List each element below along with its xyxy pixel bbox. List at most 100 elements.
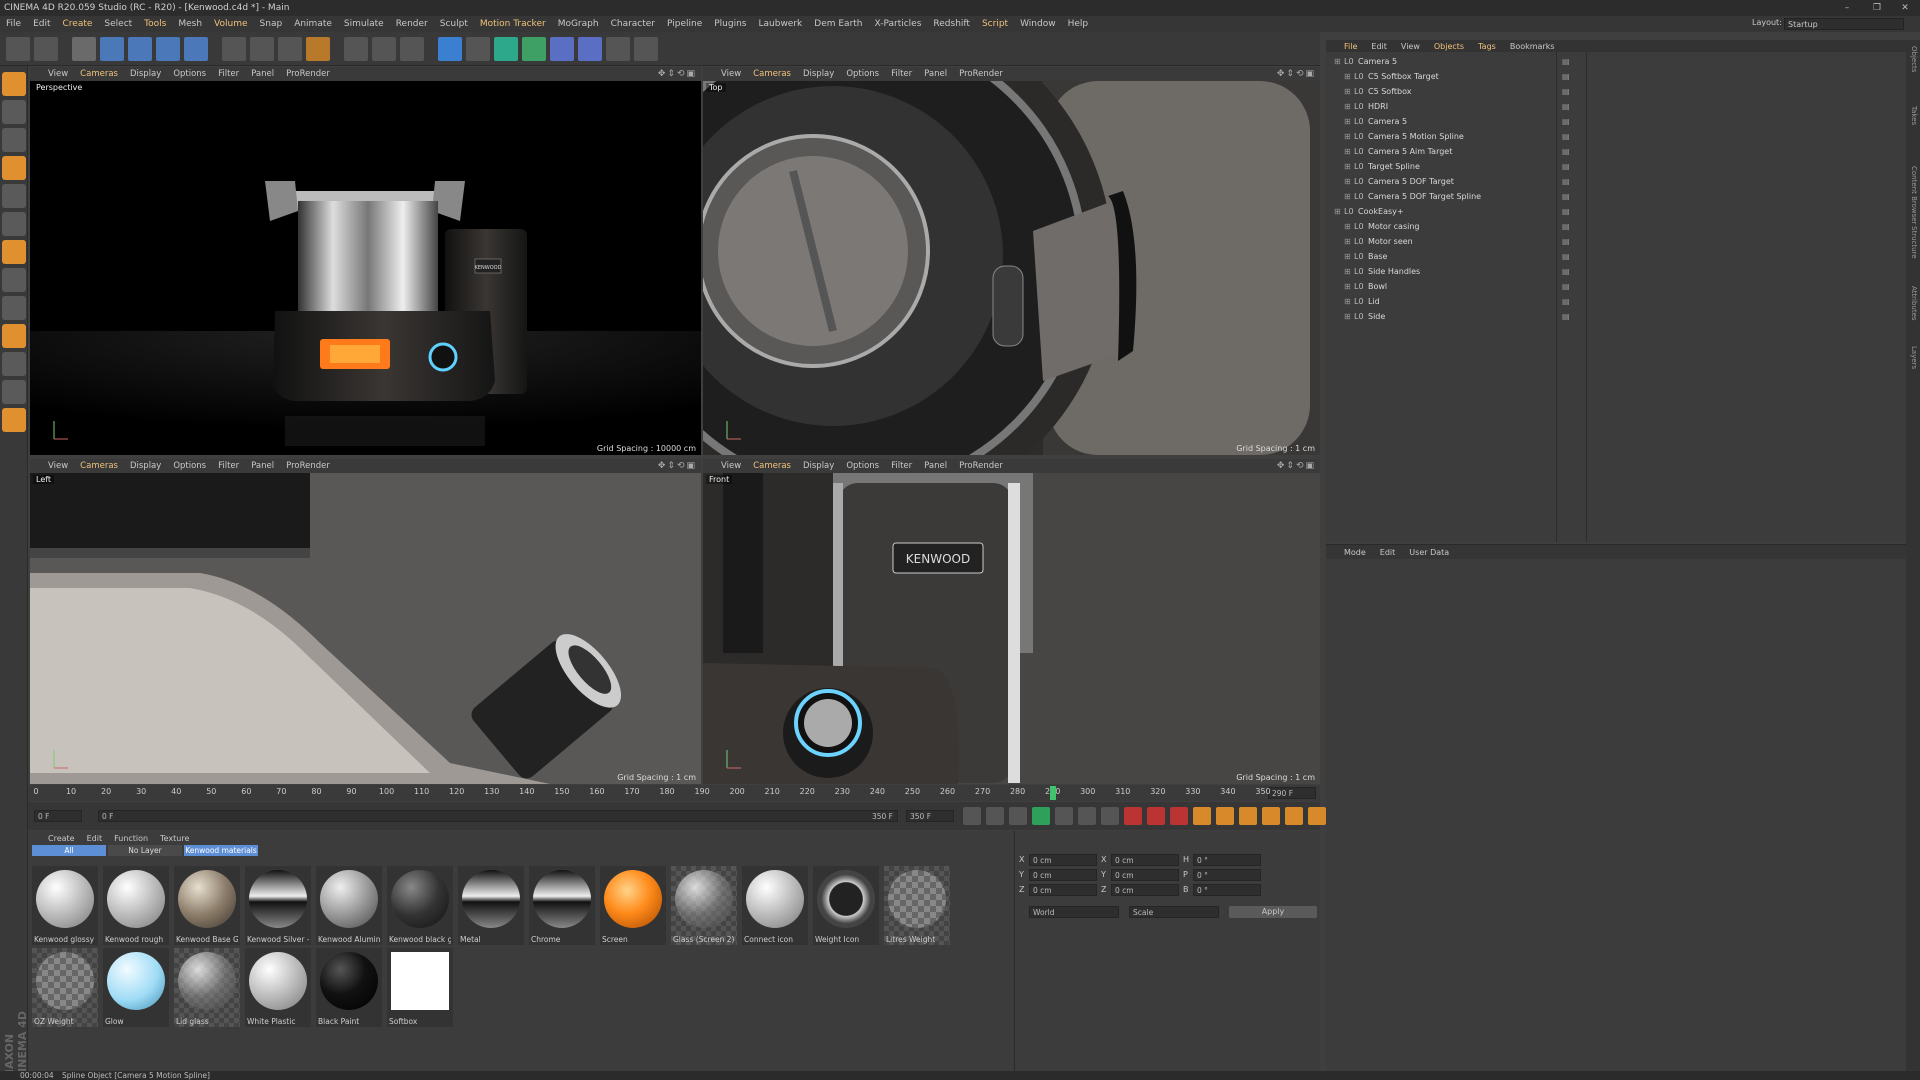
timeline-ruler[interactable]: 290 F 0 10 20 30 40 50 60 70 80 90 100 110 120 130 140… xyxy=(28,785,1320,801)
timeline-icon[interactable] xyxy=(1308,807,1326,825)
pen-icon[interactable] xyxy=(466,37,490,61)
object-row[interactable]: ⊞ L0 Camera 5 ▤ xyxy=(1326,114,1872,129)
playhead[interactable] xyxy=(1049,786,1056,800)
workplane-icon[interactable] xyxy=(2,156,26,180)
material-glow[interactable]: Glow xyxy=(103,948,169,1027)
attr-menu-mode[interactable]: Mode xyxy=(1344,548,1366,557)
coord-field[interactable]: 0 ° xyxy=(1193,869,1261,881)
viewport-top[interactable]: View Cameras Display Options Filter Panel ProR… xyxy=(703,67,1320,455)
viewport-menu-view[interactable]: View xyxy=(48,461,68,471)
om-menu-bookmarks[interactable]: Bookmarks xyxy=(1510,42,1555,51)
viewport-menu-panel[interactable]: Panel xyxy=(924,461,947,471)
visibility-icon[interactable]: ▤ xyxy=(1562,144,1570,159)
viewport-canvas[interactable]: Left Grid Spacing : 1 cm xyxy=(30,473,701,784)
scale-key-icon[interactable] xyxy=(1216,807,1234,825)
render-settings-icon[interactable] xyxy=(400,37,424,61)
visibility-icon[interactable]: ▤ xyxy=(1562,294,1570,309)
menu-character[interactable]: Character xyxy=(611,19,655,29)
expand-icon[interactable]: ⊞ xyxy=(1344,174,1351,189)
viewport-menu-cameras[interactable]: Cameras xyxy=(753,461,791,471)
viewport-menu-display[interactable]: Display xyxy=(803,69,834,79)
minimize-icon[interactable]: – xyxy=(1832,0,1862,16)
visibility-icon[interactable]: ▤ xyxy=(1562,159,1570,174)
viewport-menu-display[interactable]: Display xyxy=(803,461,834,471)
coord-field[interactable]: 0 cm xyxy=(1029,884,1097,896)
visibility-icon[interactable]: ▤ xyxy=(1562,84,1570,99)
object-row[interactable]: ⊞ L0 Motor casing ▤ xyxy=(1326,219,1872,234)
object-row[interactable]: ⊞ L0 Camera 5 DOF Target Spline ▤ xyxy=(1326,189,1872,204)
viewport-menu-options[interactable]: Options xyxy=(846,69,879,79)
menu-mesh[interactable]: Mesh xyxy=(178,19,202,29)
material-softbox[interactable]: Softbox xyxy=(387,948,453,1027)
next-key-icon[interactable] xyxy=(1078,807,1096,825)
expand-icon[interactable]: ⊞ xyxy=(1344,159,1351,174)
viewport-menu-prorender[interactable]: ProRender xyxy=(286,69,330,79)
coord-scale-dropdown[interactable]: Scale xyxy=(1129,906,1219,918)
dock-tab-structure[interactable]: Structure xyxy=(1908,226,1918,259)
tweak-icon[interactable] xyxy=(2,296,26,320)
snap-icon[interactable] xyxy=(2,324,26,348)
object-row[interactable]: ⊞ L0 CookEasy+ ▤ xyxy=(1326,204,1872,219)
menu-render[interactable]: Render xyxy=(396,19,428,29)
expand-icon[interactable]: ⊞ xyxy=(1344,294,1351,309)
object-row[interactable]: ⊞ L0 Lid ▤ xyxy=(1326,294,1872,309)
visibility-icon[interactable]: ▤ xyxy=(1562,54,1570,69)
material-kenwood-alumin[interactable]: Kenwood Alumin xyxy=(316,866,382,945)
coord-field[interactable]: 0 cm xyxy=(1111,884,1179,896)
material-black-paint[interactable]: Black Paint xyxy=(316,948,382,1027)
viewport-perspective[interactable]: View Cameras Display Options Filter Panel ProR… xyxy=(30,67,701,455)
coord-field[interactable]: 0 cm xyxy=(1029,869,1097,881)
redo-icon[interactable] xyxy=(34,37,58,61)
material-chrome[interactable]: Chrome xyxy=(529,866,595,945)
menu-redshift[interactable]: Redshift xyxy=(933,19,970,29)
coord-mode-dropdown[interactable]: World xyxy=(1029,906,1119,918)
coord-field[interactable]: 0 ° xyxy=(1193,854,1261,866)
expand-icon[interactable]: ⊞ xyxy=(1344,234,1351,249)
material-tab-no-layer[interactable]: No Layer xyxy=(108,845,182,856)
render-view-icon[interactable] xyxy=(344,37,368,61)
subdivision-icon[interactable] xyxy=(494,37,518,61)
viewport-menu-options[interactable]: Options xyxy=(173,461,206,471)
move-key-icon[interactable] xyxy=(1193,807,1211,825)
x-axis-icon[interactable] xyxy=(222,37,246,61)
prev-frame-icon[interactable] xyxy=(1009,807,1027,825)
coord-field[interactable]: 0 cm xyxy=(1111,869,1179,881)
light-icon[interactable] xyxy=(634,37,658,61)
expand-icon[interactable]: ⊞ xyxy=(1344,189,1351,204)
expand-icon[interactable]: ⊞ xyxy=(1344,144,1351,159)
coord-field[interactable]: 0 cm xyxy=(1111,854,1179,866)
viewport-menu-view[interactable]: View xyxy=(721,461,741,471)
viewport-menu-cameras[interactable]: Cameras xyxy=(80,461,118,471)
om-menu-objects[interactable]: Objects xyxy=(1434,42,1464,51)
coord-field[interactable]: 0 cm xyxy=(1029,854,1097,866)
visibility-icon[interactable]: ▤ xyxy=(1562,99,1570,114)
material-metal[interactable]: Metal xyxy=(458,866,524,945)
viewport-front[interactable]: View Cameras Display Options Filter Panel ProR… xyxy=(703,459,1320,784)
edges-mode-icon[interactable] xyxy=(2,212,26,236)
visibility-icon[interactable]: ▤ xyxy=(1562,204,1570,219)
points-mode-icon[interactable] xyxy=(2,184,26,208)
expand-icon[interactable]: ⊞ xyxy=(1344,279,1351,294)
attr-menu-edit[interactable]: Edit xyxy=(1380,548,1396,557)
axis-mode-icon[interactable] xyxy=(2,268,26,292)
viewport-nav-icons[interactable]: ✥⇕⟲▣ xyxy=(658,461,697,471)
menu-dem-earth[interactable]: Dem Earth xyxy=(814,19,862,29)
frame-range-slider[interactable]: 0 F 350 F xyxy=(98,810,898,822)
expand-icon[interactable]: ⊞ xyxy=(1344,114,1351,129)
menu-window[interactable]: Window xyxy=(1020,19,1056,29)
dock-tab-content-browser[interactable]: Content Browser xyxy=(1908,166,1918,224)
viewport-menu-cameras[interactable]: Cameras xyxy=(753,69,791,79)
record-icon[interactable] xyxy=(1124,807,1142,825)
viewport-menu-options[interactable]: Options xyxy=(846,461,879,471)
visibility-icon[interactable]: ▤ xyxy=(1562,234,1570,249)
expand-icon[interactable]: ⊞ xyxy=(1344,84,1351,99)
current-frame-field[interactable]: 290 F xyxy=(1268,787,1316,799)
layout-dropdown[interactable]: Startup xyxy=(1784,18,1904,30)
viewport-menu-view[interactable]: View xyxy=(48,69,68,79)
viewport-menu-panel[interactable]: Panel xyxy=(924,69,947,79)
viewport-menu-panel[interactable]: Panel xyxy=(251,461,274,471)
viewport-menu-prorender[interactable]: ProRender xyxy=(959,461,1003,471)
viewport-menu-view[interactable]: View xyxy=(721,69,741,79)
object-row[interactable]: ⊞ L0 Camera 5 DOF Target ▤ xyxy=(1326,174,1872,189)
visibility-icon[interactable]: ▤ xyxy=(1562,69,1570,84)
